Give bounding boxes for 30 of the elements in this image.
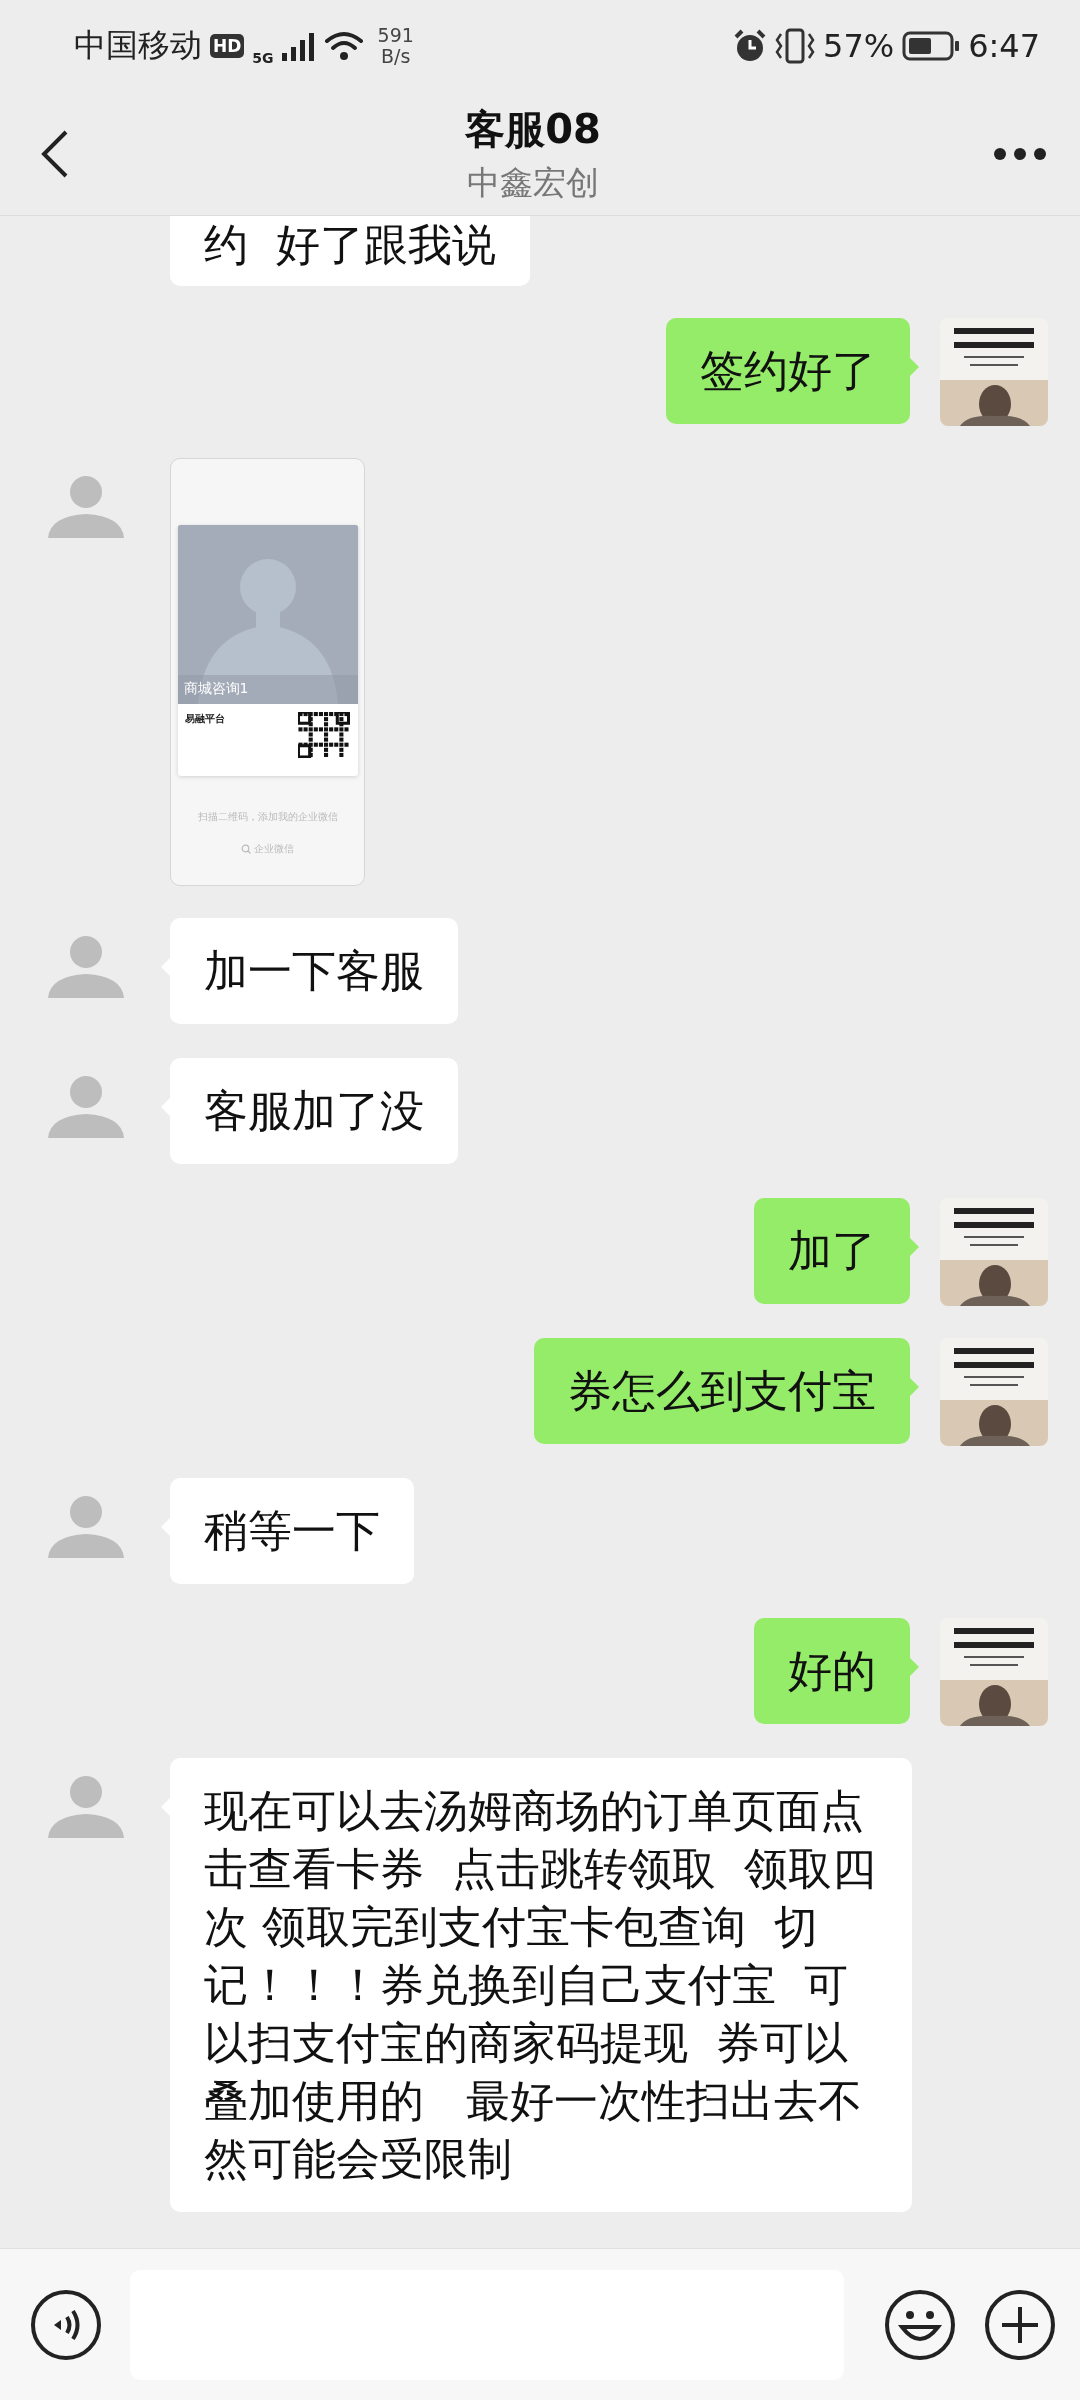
speed-unit: B/s (381, 46, 411, 67)
wifi-icon (323, 30, 364, 62)
emoji-icon[interactable] (884, 2288, 956, 2361)
alarm-icon (733, 29, 767, 63)
message-bubble: 现在可以去汤姆商场的订单页面点击查看卡券 点击跳转领取 领取四次 领取完到支付宝卡包查询 切记！！！券兑换到自己支付宝 可以扫支付宝的商家码提现 券可以叠加使用的 最好一次性扫出去不然可能会受限制 (170, 1758, 912, 2212)
vibrate-icon (775, 28, 815, 64)
signal-icon (281, 31, 316, 61)
battery-percent: 57% (823, 27, 895, 65)
qr-code-icon (297, 712, 350, 758)
message-bubble: 加了 (754, 1198, 910, 1304)
company-name: 易融平台 (184, 712, 225, 726)
message-bubble: 约 好了跟我说 (170, 216, 530, 286)
message-bubble: 券怎么到支付宝 (534, 1338, 910, 1444)
hd-badge: HD (210, 34, 245, 58)
chat-subtitle: 中鑫宏创 (467, 161, 599, 204)
add-icon[interactable] (984, 2288, 1056, 2361)
message-bubble: 好的 (754, 1618, 910, 1724)
search-icon (241, 844, 251, 854)
message-bubble: 稍等一下 (170, 1478, 414, 1584)
voice-icon[interactable] (30, 2288, 102, 2361)
battery-icon (902, 30, 961, 62)
clock: 6:47 (968, 27, 1040, 65)
message-bubble: 加一下客服 (170, 918, 458, 1024)
message-bubble: 签约好了 (666, 318, 910, 424)
chat-title: 客服08 (465, 104, 601, 154)
network-type: 5G (252, 50, 274, 66)
message-bubble: 客服加了没 (170, 1058, 458, 1164)
carrier-name: 中国移动 (74, 25, 202, 66)
speed-value: 591 (377, 25, 414, 46)
photo-label: 商城咨询1 (183, 680, 249, 698)
